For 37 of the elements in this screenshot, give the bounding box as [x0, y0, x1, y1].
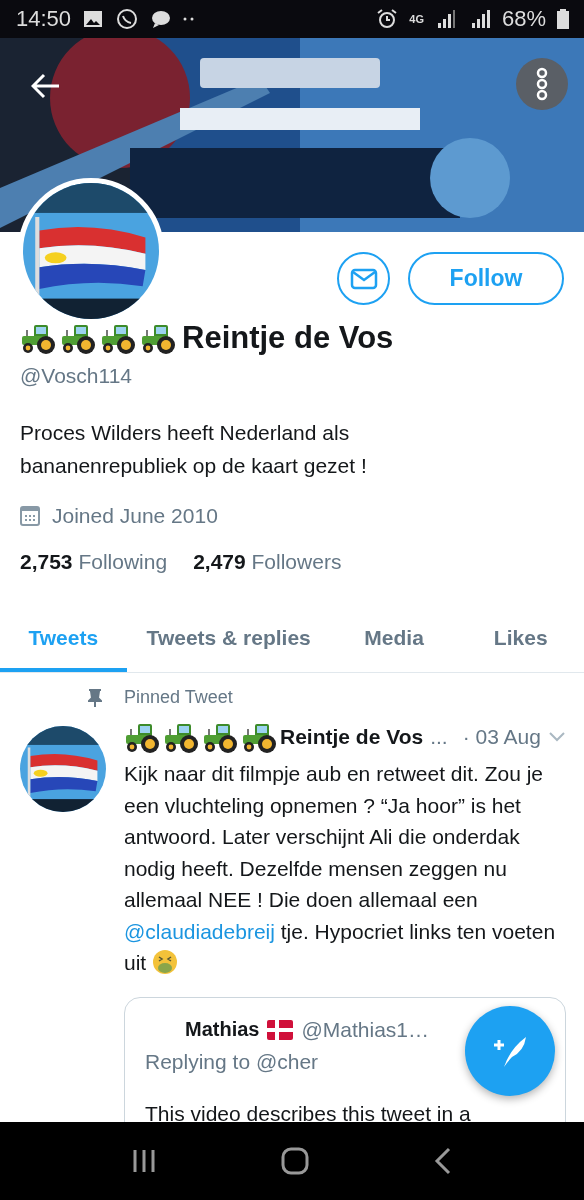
profile-handle: @Vosch114	[20, 364, 133, 388]
mention-link[interactable]: @claudiadebreij	[124, 919, 275, 943]
profile-tab[interactable]: Tweets	[0, 608, 127, 672]
back-icon[interactable]	[433, 1147, 452, 1175]
quoted-text: This video describes this tweet in a	[145, 1101, 472, 1122]
joined-date: Joined June 2010	[52, 504, 218, 528]
recent-apps-icon[interactable]	[132, 1148, 157, 1174]
envelope-icon	[349, 267, 378, 290]
tweet-text: Kijk naar dit filmpje aub en retweet dit. Zou je een vluchteling opnemen ? “Ja hoor” is het antwoord. Later verschijnt Ali die onderdak nodig heeft. Dezelfde mensen zeggen nu allemaal NEE ! Die doen allemaal een @claudiadebreij tje. Hypocriet links ten voeten uit	[124, 761, 557, 977]
nauseated-face-icon	[152, 949, 178, 975]
profile-tab[interactable]: Tweets & replies	[126, 608, 331, 672]
tweet-date: · 03 Aug	[462, 725, 541, 749]
quoted-author-name: Mathias	[185, 1018, 260, 1041]
profile-tab[interactable]: Likes	[457, 608, 584, 672]
battery-percent: 68%	[501, 6, 546, 32]
profile-bio: Proces Wilders heeft Nederland als bananenrepubliek op de kaart gezet !	[20, 420, 368, 479]
author-name: Reintje de Vos	[280, 725, 424, 749]
profile-name: Reintje de Vos	[182, 320, 394, 356]
battery-icon	[556, 7, 570, 31]
status-time: 14:50	[16, 6, 72, 32]
replying-to: Replying to @cher	[145, 1049, 319, 1074]
calendar-icon	[20, 506, 40, 526]
profile-tab[interactable]: Media	[330, 608, 458, 672]
home-icon[interactable]	[281, 1147, 309, 1175]
pinned-label: Pinned Tweet	[124, 687, 233, 708]
follow-stat[interactable]: 2,479 Followers	[193, 550, 342, 574]
flag-icon	[267, 1019, 294, 1040]
network-type: 4G	[409, 13, 424, 25]
more-dots-icon	[183, 17, 196, 21]
pin-icon	[88, 688, 102, 707]
follow-button[interactable]: Follow	[408, 252, 564, 305]
compose-tweet-button[interactable]	[465, 1006, 555, 1096]
name-ellipsis: ...	[430, 725, 448, 749]
follow-stat[interactable]: 2,753 Following	[20, 550, 168, 574]
chat-bubble-phone-icon	[115, 7, 140, 31]
quoted-handle: @Mathias1…	[301, 1017, 429, 1042]
message-button[interactable]	[337, 252, 390, 305]
